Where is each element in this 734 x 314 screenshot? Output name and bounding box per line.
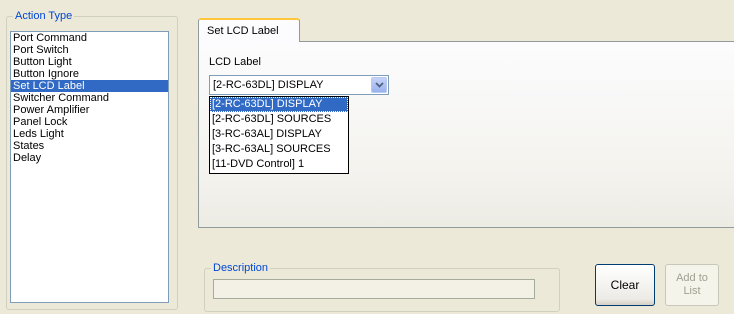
tab-set-lcd-label[interactable]: Set LCD Label <box>198 18 300 42</box>
lcd-label-select[interactable]: [2-RC-63DL] DISPLAY <box>209 75 389 95</box>
action-type-legend: Action Type <box>13 9 75 23</box>
add-to-list-button[interactable]: Add to List <box>665 264 719 306</box>
lcd-label-option[interactable]: [11-DVD Control] 1 <box>210 157 348 172</box>
lcd-label-option[interactable]: [3-RC-63AL] DISPLAY <box>210 127 348 142</box>
lcd-label-dropdown-list[interactable]: [2-RC-63DL] DISPLAY [2-RC-63DL] SOURCES … <box>209 96 349 174</box>
action-type-item[interactable]: Power Amplifier <box>11 104 168 116</box>
action-type-item-selected[interactable]: Set LCD Label <box>11 80 168 92</box>
lcd-label-option[interactable]: [3-RC-63AL] SOURCES <box>210 142 348 157</box>
action-type-item[interactable]: Delay <box>11 152 168 164</box>
action-type-item[interactable]: Port Command <box>11 32 168 44</box>
action-type-item[interactable]: Button Ignore <box>11 68 168 80</box>
action-type-list[interactable]: Port Command Port Switch Button Light Bu… <box>10 31 169 303</box>
action-type-group: Action Type Port Command Port Switch But… <box>6 9 178 310</box>
tab-panel: LCD Label [2-RC-63DL] DISPLAY [2-RC-63DL… <box>198 41 734 228</box>
action-type-item[interactable]: Leds Light <box>11 128 168 140</box>
lcd-label-option[interactable]: [2-RC-63DL] SOURCES <box>210 112 348 127</box>
add-to-list-label: Add to List <box>676 272 708 298</box>
lcd-label-caption: LCD Label <box>209 56 261 68</box>
add-to-list-label-line2: List <box>683 285 701 297</box>
action-type-item[interactable]: Panel Lock <box>11 116 168 128</box>
description-group: Description <box>204 261 560 312</box>
chevron-down-icon[interactable] <box>371 77 387 93</box>
description-legend: Description <box>211 261 271 275</box>
action-type-item[interactable]: Port Switch <box>11 44 168 56</box>
clear-button[interactable]: Clear <box>595 264 655 306</box>
lcd-label-option-selected[interactable]: [2-RC-63DL] DISPLAY <box>210 97 348 112</box>
action-type-item[interactable]: Switcher Command <box>11 92 168 104</box>
action-type-item[interactable]: States <box>11 140 168 152</box>
lcd-label-select-value: [2-RC-63DL] DISPLAY <box>213 79 324 91</box>
add-to-list-label-line1: Add to <box>676 272 708 284</box>
action-type-item[interactable]: Button Light <box>11 56 168 68</box>
description-input[interactable] <box>213 279 535 299</box>
